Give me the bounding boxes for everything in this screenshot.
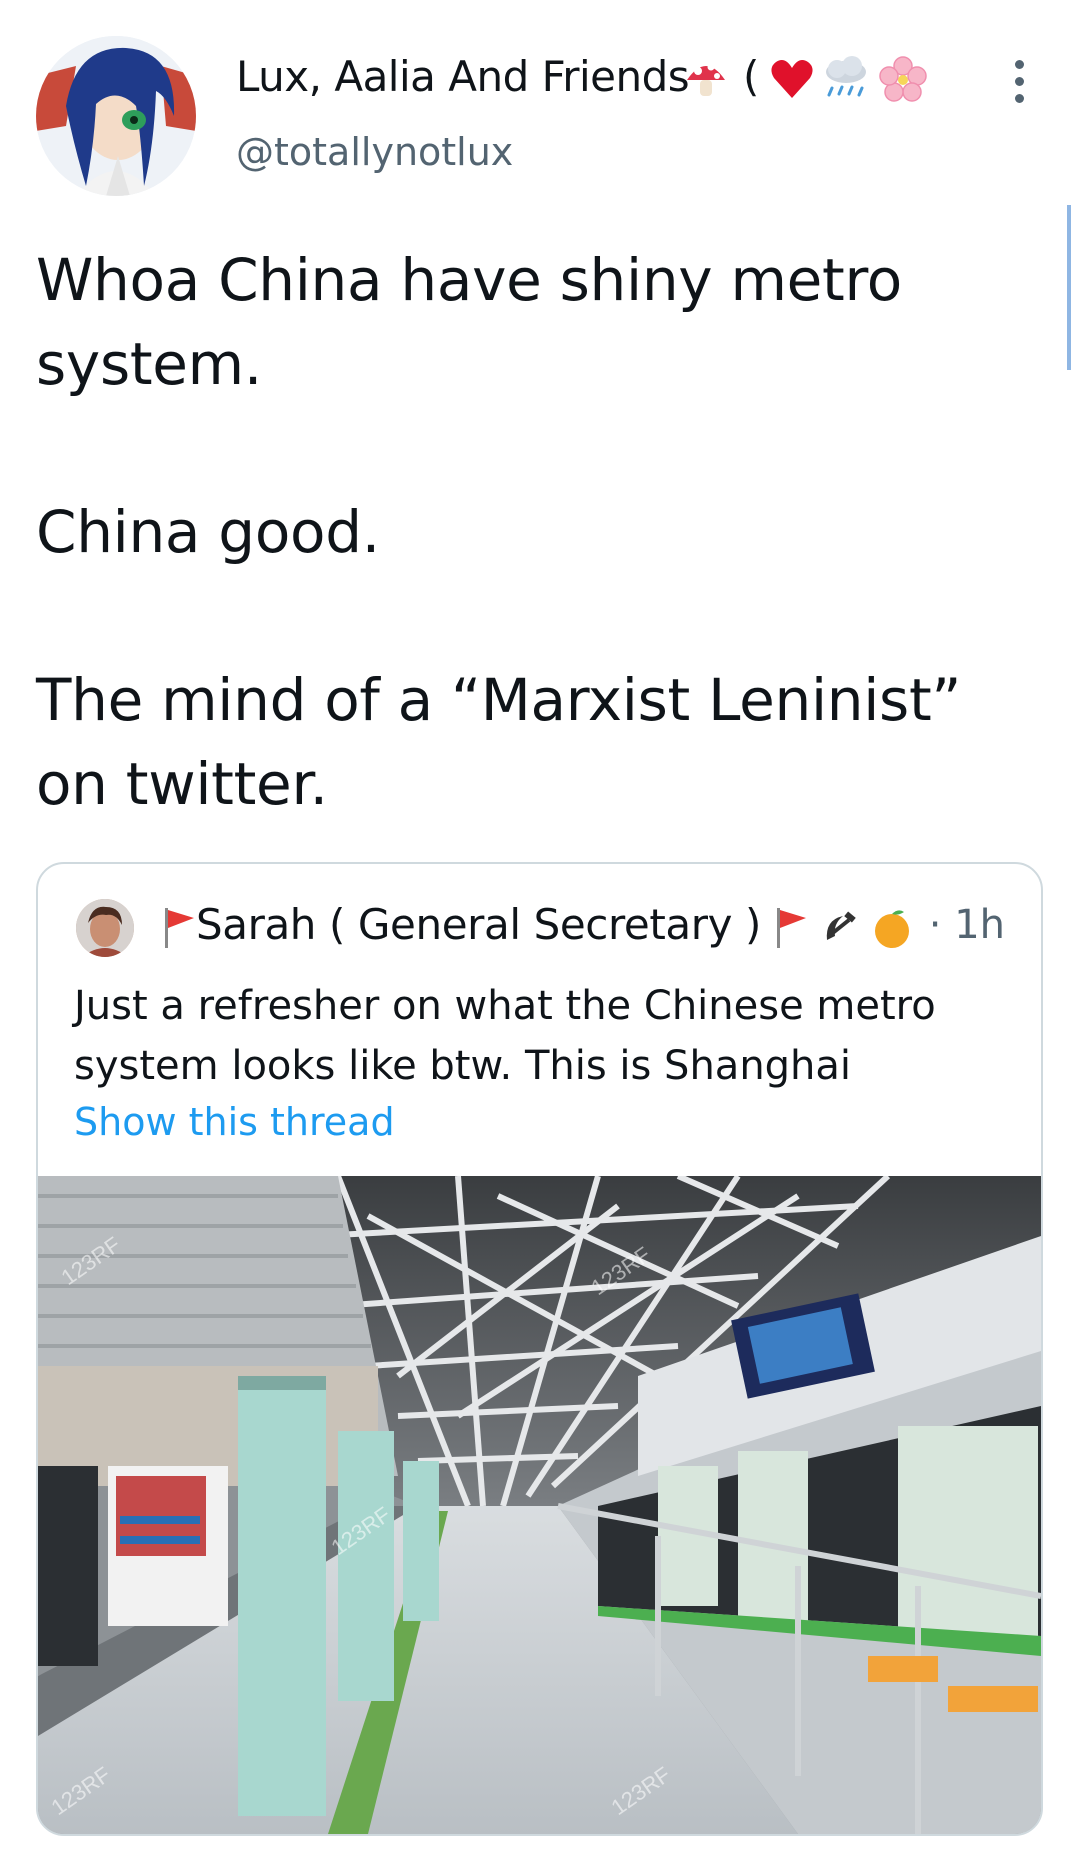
orange-icon xyxy=(874,909,909,948)
quoted-timestamp[interactable]: · 1h xyxy=(929,902,1005,948)
heart-icon xyxy=(771,60,813,98)
mushroom-icon xyxy=(687,63,725,96)
quoted-author-avatar[interactable] xyxy=(76,899,134,957)
tweet-header: Lux, Aalia And Friends ( @totallynotlux xyxy=(0,0,1071,200)
quoted-tweet-text: Just a refresher on what the Chinese met… xyxy=(74,983,936,1089)
metro-station-photo[interactable]: 123RF 123RF 123RF 123RF 123RF xyxy=(38,1176,1041,1834)
more-vertical-icon[interactable] xyxy=(1007,60,1031,110)
rain-cloud-icon xyxy=(826,56,866,97)
name-open-paren: ( xyxy=(743,52,760,101)
author-display-name[interactable]: Lux, Aalia And Friends xyxy=(236,52,690,101)
author-avatar[interactable] xyxy=(36,36,196,196)
show-thread-link[interactable]: Show this thread xyxy=(74,1100,395,1144)
cherry-blossom-icon xyxy=(879,56,927,102)
anime-avatar-image xyxy=(36,36,196,196)
red-flag-icon xyxy=(165,907,194,948)
scrollbar-thumb[interactable] xyxy=(1067,205,1071,370)
tweet-paragraph: China good. xyxy=(36,498,380,566)
quoted-author-display-name[interactable]: Sarah ( General Secretary ) xyxy=(162,900,914,950)
hammer-sickle-icon xyxy=(826,910,856,940)
author-handle[interactable]: @totallynotlux xyxy=(236,130,513,174)
tweet-body: Whoa China have shiny metro system. Chin… xyxy=(36,238,1026,826)
tweet-paragraph: The mind of a “Marxist Leninist” on twit… xyxy=(36,666,962,818)
quoted-tweet-card[interactable]: Sarah ( General Secretary ) · 1h Just a … xyxy=(36,862,1043,1836)
red-flag-icon xyxy=(776,907,806,948)
tweet-paragraph: Whoa China have shiny metro system. xyxy=(36,246,902,398)
quoted-avatar-image xyxy=(76,899,134,957)
